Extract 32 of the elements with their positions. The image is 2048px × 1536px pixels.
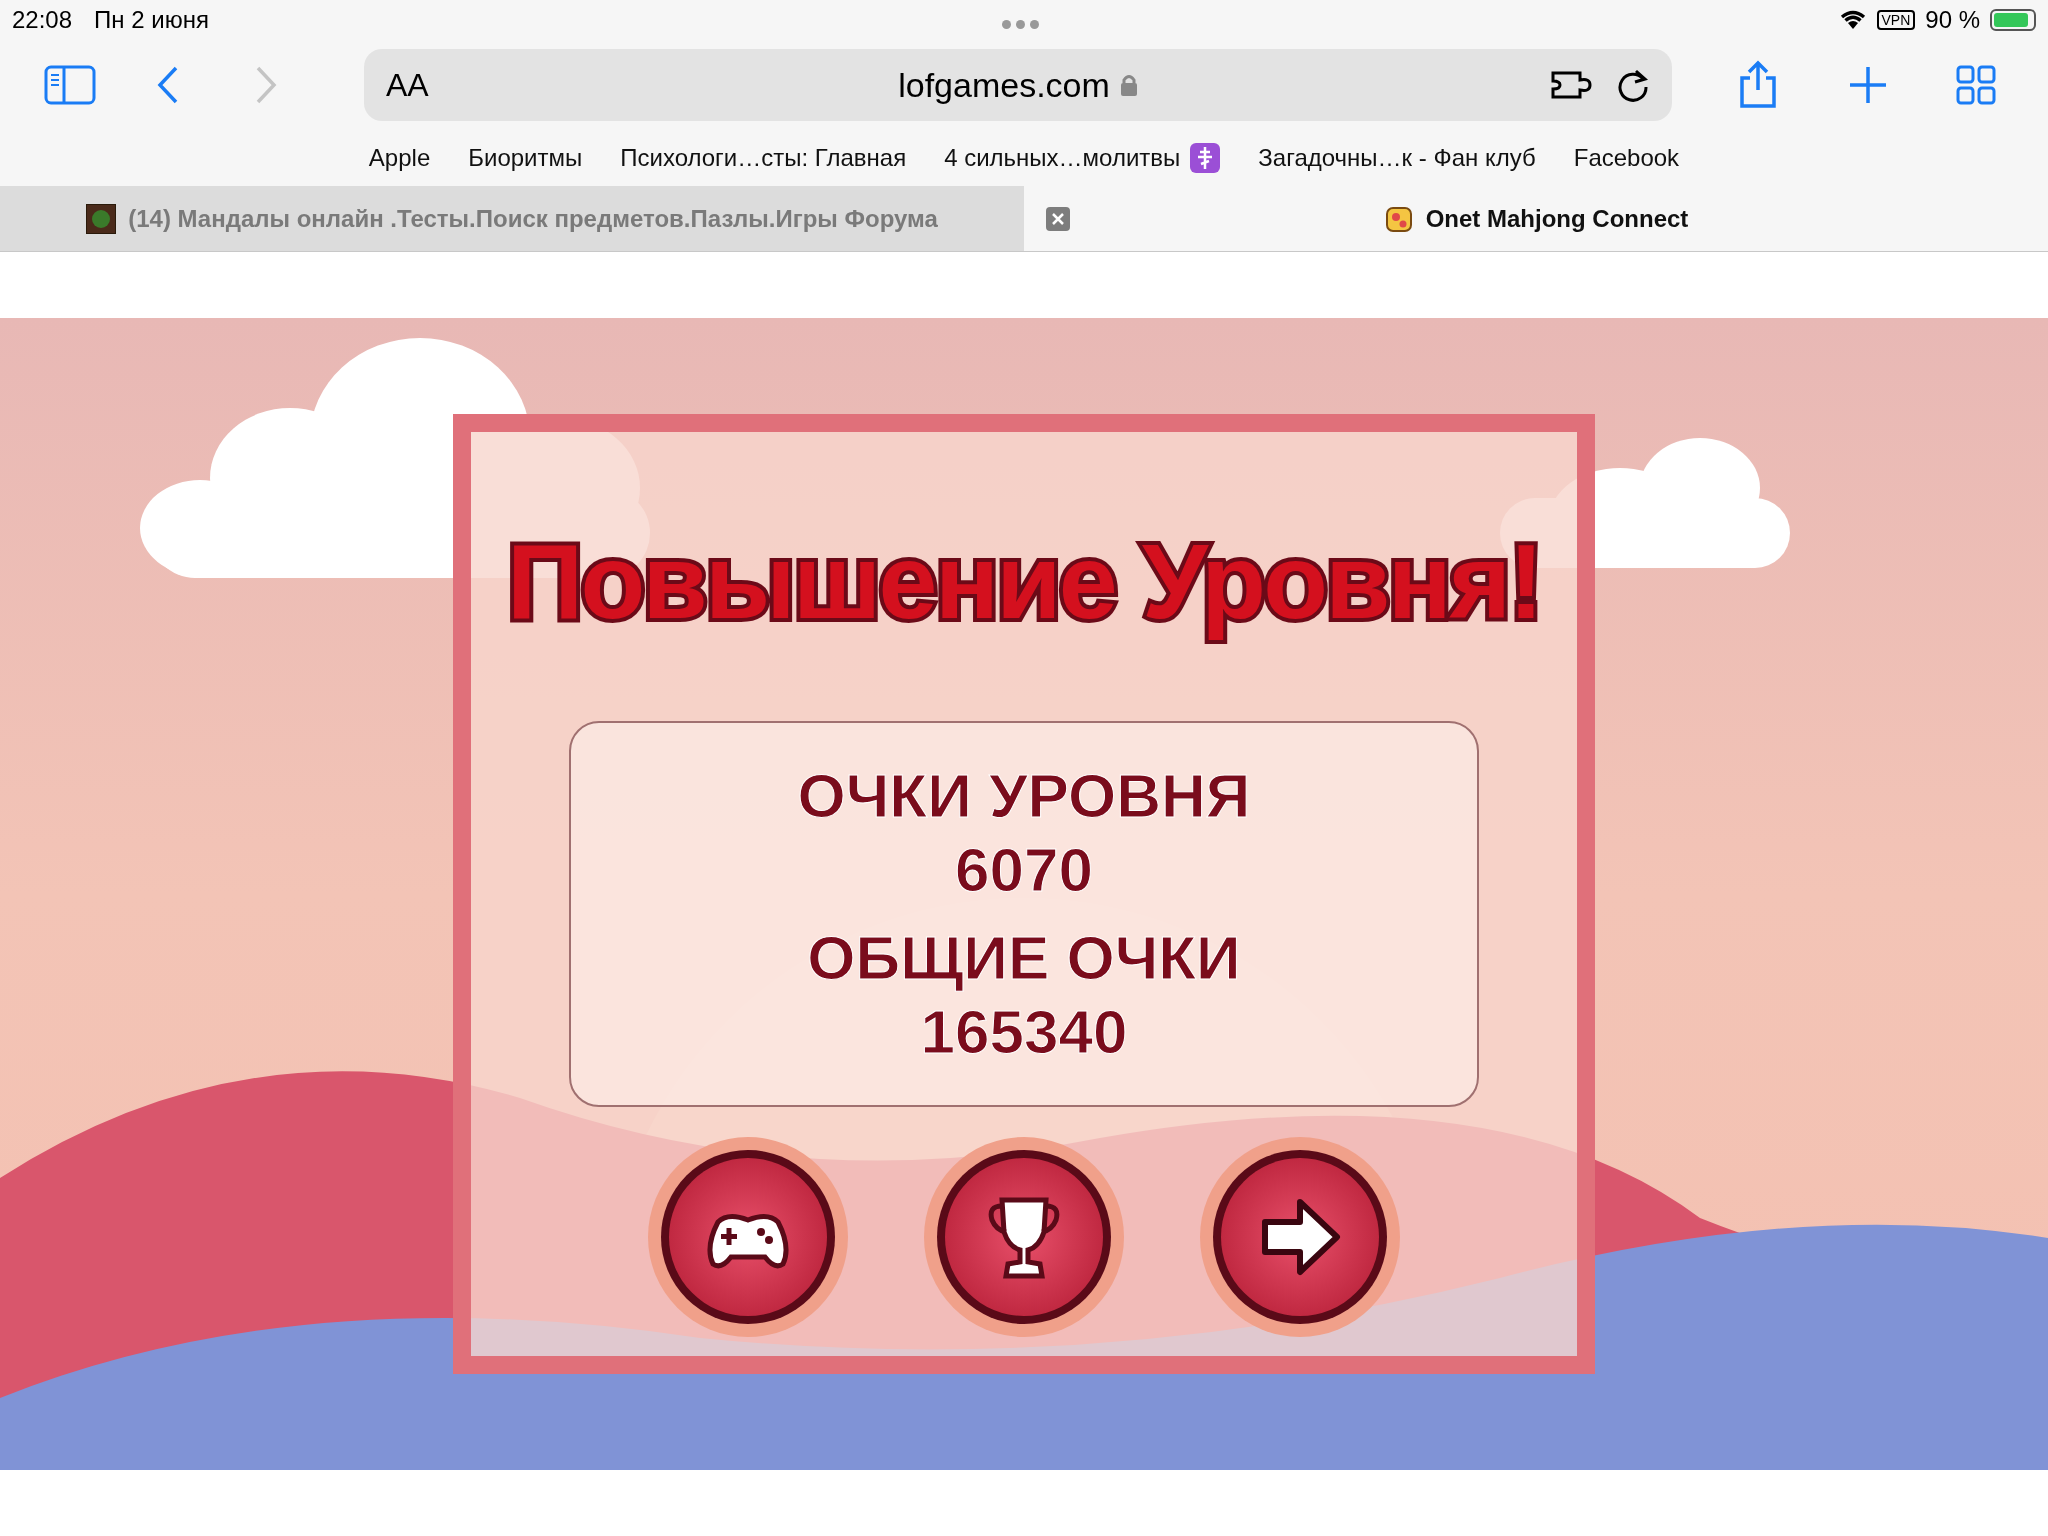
tab-title: (14) Мандалы онлайн .Тесты.Поиск предметов.Пазлы.Игры Форума	[128, 203, 938, 234]
status-date: Пн 2 июня	[94, 5, 209, 35]
battery-icon	[1990, 9, 2036, 31]
battery-percent: 90 %	[1925, 5, 1980, 35]
bookmark-link[interactable]: Facebook	[1573, 140, 1680, 176]
close-tab-button[interactable]	[1046, 206, 1070, 231]
bookmark-link[interactable]: 4 сильных…молитвы	[944, 140, 1181, 176]
more-dots-icon	[1002, 20, 1039, 29]
status-time: 22:08	[12, 5, 73, 35]
bookmark-link[interactable]: Apple	[368, 140, 431, 176]
cross-emoji-icon	[1190, 143, 1221, 173]
bookmark-link[interactable]: Биоритмы	[468, 140, 583, 176]
address-bar[interactable]: AA lofgames.com	[364, 49, 1672, 121]
wifi-icon	[1838, 9, 1867, 31]
bookmark-link[interactable]: Психологи…сты: Главная	[620, 140, 907, 176]
share-icon[interactable]	[1738, 60, 1778, 110]
level-up-title: Повышение Уровня!	[506, 521, 1542, 642]
tabs-grid-icon[interactable]	[1956, 65, 1996, 105]
url-text: lofgames.com	[898, 64, 1110, 106]
score-label: ОЧКИ УРОВНЯ	[797, 765, 1251, 827]
vpn-badge: VPN	[1876, 10, 1916, 30]
lock-icon	[1119, 73, 1138, 97]
plus-icon[interactable]	[1848, 65, 1888, 105]
tree-favicon-icon	[86, 203, 117, 234]
text-size-button[interactable]: AA	[386, 61, 429, 109]
bookmark-link[interactable]: Загадочны…к - Фан клуб	[1258, 140, 1536, 176]
reload-icon[interactable]	[1616, 67, 1650, 103]
close-icon	[1052, 212, 1064, 225]
score-value: 165340	[920, 1001, 1128, 1063]
tab-title: Onet Mahjong Connect	[1425, 203, 1689, 234]
score-value: 6070	[955, 839, 1093, 901]
sidebar-icon[interactable]	[44, 65, 96, 105]
